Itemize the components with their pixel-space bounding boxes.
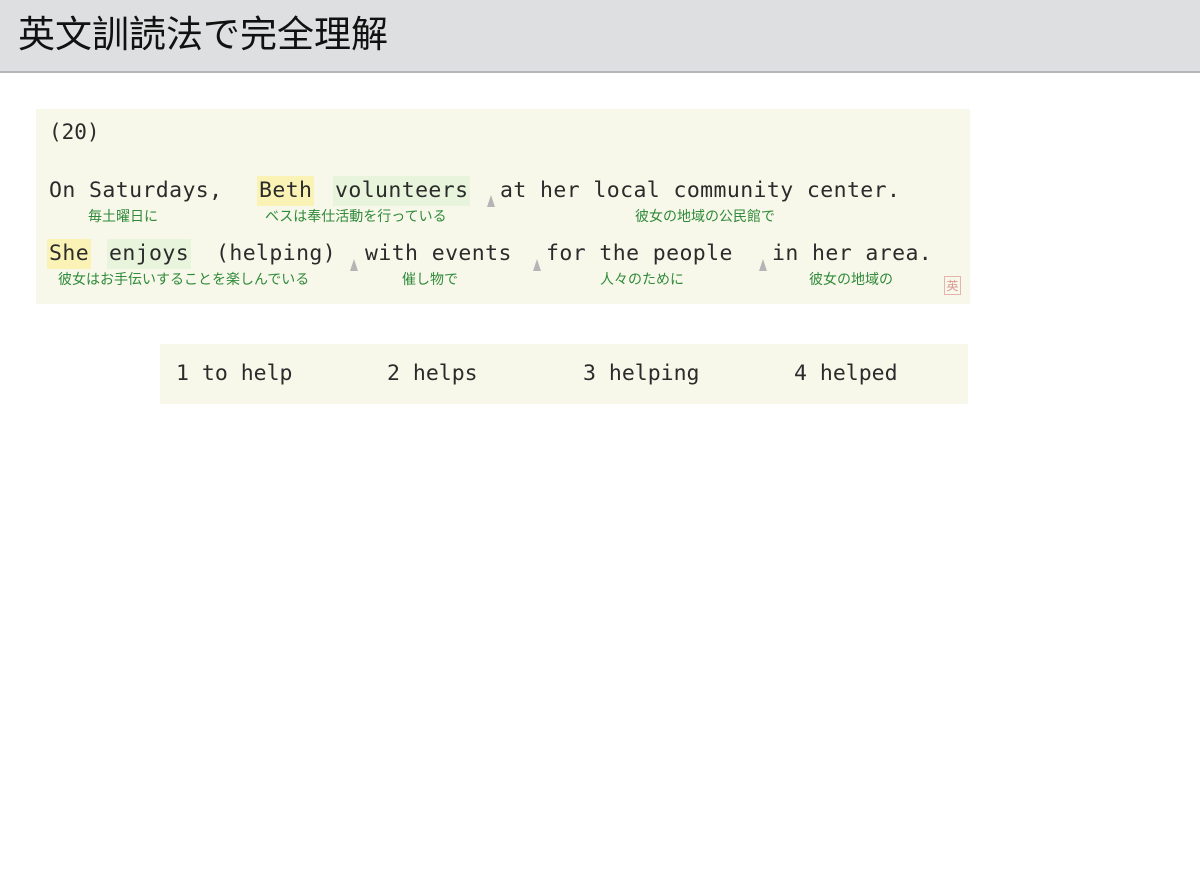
phrase-at-community-center: at her local community center. [500,178,901,203]
phrase-for-the-people: for the people [546,241,733,266]
phrase-subject-beth: Beth [257,176,315,206]
gloss-in-her-area: 彼女の地域の [809,272,893,288]
phrase-verb-volunteers: volunteers [333,176,471,206]
choice-2[interactable]: 2 helps [387,359,478,389]
phrase-divider-marker [487,195,495,207]
phrase-divider-marker [759,259,767,271]
header-bar: 英文訓読法で完全理解 [0,0,1200,73]
question-number: (20) [49,120,100,144]
phrase-with-events: with events [365,241,512,266]
phrase-verb-enjoys: enjoys [107,239,192,269]
choice-1[interactable]: 1 to help [176,359,293,389]
answer-choices: 1 to help 2 helps 3 helping 4 helped [160,344,968,404]
phrase-subject-she: She [47,239,92,269]
page-title: 英文訓読法で完全理解 [18,13,388,56]
gloss-for-the-people: 人々のために [600,272,684,288]
phrase-on-saturdays: On Saturdays, [49,178,223,203]
choice-4[interactable]: 4 helped [794,359,898,389]
question-panel: (20) On Saturdays, Beth volunteers at he… [36,109,970,304]
phrase-divider-marker [350,259,358,271]
phrase-blank-helping: (helping) [216,241,337,266]
gloss-with-events: 催し物で [402,272,458,288]
gloss-beth-volunteers: ベスは奉仕活動を行っている [265,209,447,225]
seal-stamp-icon: 英 [944,276,961,295]
choice-3[interactable]: 3 helping [583,359,700,389]
phrase-in-her-area: in her area. [772,241,933,266]
phrase-divider-marker [533,259,541,271]
gloss-community-center: 彼女の地域の公民館で [635,209,775,225]
gloss-on-saturdays: 毎土曜日に [88,209,158,225]
gloss-she-enjoys-helping: 彼女はお手伝いすることを楽しんでいる [58,272,310,288]
